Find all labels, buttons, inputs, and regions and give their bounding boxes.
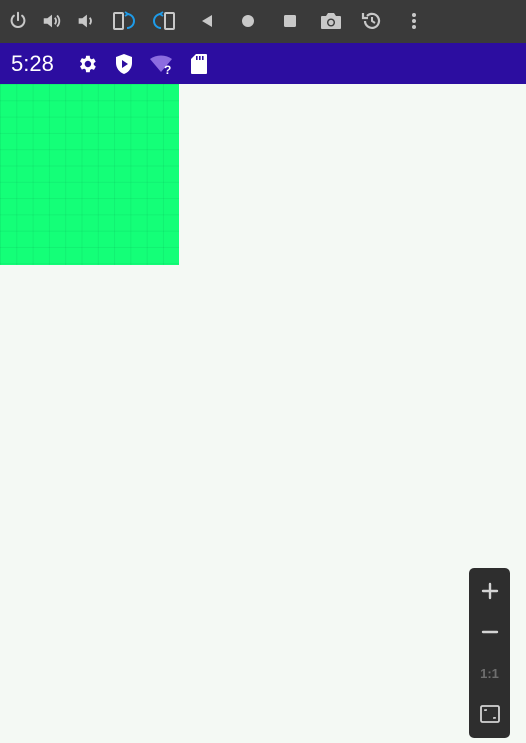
emulator-screen: 5:28 ? 1:1	[0, 0, 526, 743]
volume-up-icon[interactable]	[38, 7, 66, 35]
overview-icon[interactable]	[276, 7, 304, 35]
zoom-controls: 1:1	[469, 568, 510, 738]
home-icon[interactable]	[234, 7, 262, 35]
volume-down-icon[interactable]	[72, 7, 100, 35]
wifi-badge: ?	[164, 63, 171, 75]
actual-size-label: 1:1	[480, 665, 499, 681]
fit-screen-icon	[479, 705, 500, 723]
more-icon[interactable]	[400, 7, 428, 35]
app-content	[0, 84, 526, 743]
status-bar: 5:28 ?	[0, 43, 526, 84]
settings-icon	[75, 52, 99, 76]
wifi-unknown-icon: ?	[149, 52, 177, 76]
fit-screen-button[interactable]	[469, 694, 510, 734]
minus-icon	[481, 630, 498, 634]
zoom-in-button[interactable]	[469, 571, 510, 611]
camera-icon[interactable]	[317, 7, 345, 35]
green-grid-view	[0, 84, 179, 265]
rotate-right-icon[interactable]	[151, 7, 179, 35]
back-icon[interactable]	[193, 7, 221, 35]
zoom-out-button[interactable]	[469, 612, 510, 652]
power-icon[interactable]	[4, 7, 32, 35]
emulator-toolbar	[0, 0, 526, 43]
rotate-left-icon[interactable]	[109, 7, 137, 35]
actual-size-button[interactable]: 1:1	[469, 653, 510, 693]
status-time: 5:28	[11, 51, 54, 76]
play-protect-icon	[112, 52, 136, 76]
sd-card-icon	[187, 52, 211, 76]
snapshot-icon[interactable]	[358, 7, 386, 35]
plus-icon	[481, 582, 498, 600]
